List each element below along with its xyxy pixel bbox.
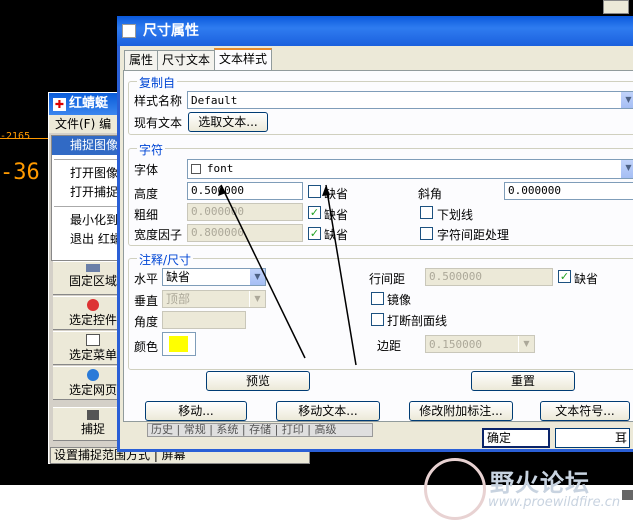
annotation-arrows	[218, 184, 357, 366]
watermark-logo	[424, 458, 486, 520]
taskbar-icon[interactable]	[622, 490, 633, 500]
annotation-arrow-1	[220, 184, 306, 359]
annotation-arrow-2	[325, 184, 357, 366]
annotation-arrowhead-2	[322, 185, 330, 196]
watermark-url: www.proewildfire.cn	[488, 495, 621, 510]
watermark-text: 野火论坛	[490, 469, 590, 497]
